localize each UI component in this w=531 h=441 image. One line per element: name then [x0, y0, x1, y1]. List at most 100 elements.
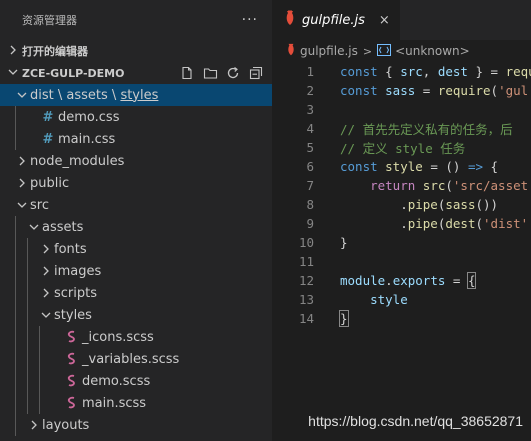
tree-folder[interactable]: assets [0, 216, 272, 238]
new-file-icon[interactable] [179, 65, 195, 81]
chevron-right-icon [38, 244, 54, 254]
css-file-icon: # [42, 131, 54, 147]
open-editors-section[interactable]: 打开的编辑器 [0, 40, 272, 62]
line-number: 4 [306, 121, 314, 136]
indent-guide [15, 370, 16, 392]
line-text: const style = () => { [340, 159, 499, 174]
code-line: 3 [272, 100, 531, 119]
explorer-title: 资源管理器 [22, 14, 77, 27]
code-line: 1 const { src, dest } = requ [272, 62, 531, 81]
chevron-right-icon [14, 156, 30, 166]
indent-guide [27, 370, 28, 392]
tree-folder[interactable]: dist \ assets \ styles [0, 84, 272, 106]
code-line: 8 .pipe(sass()) [272, 195, 531, 214]
code-line: 6 const style = () => { [272, 157, 531, 176]
indent-guide [27, 238, 28, 260]
tree-file[interactable]: _icons.scss [0, 326, 272, 348]
chevron-down-icon [14, 90, 30, 100]
line-text: return src('src/asset [370, 178, 529, 193]
js-file-icon [284, 10, 296, 30]
sass-file-icon [64, 352, 80, 366]
code-line: 5 // 定义 style 任务 [272, 138, 531, 157]
tab-label: gulpfile.js [302, 12, 365, 28]
code-line: 14} [272, 309, 531, 328]
tree-item-label: images [54, 263, 102, 279]
indent-guide [27, 260, 28, 282]
symbol-icon [377, 43, 392, 59]
line-number: 6 [306, 159, 314, 174]
tree-item-label: layouts [42, 417, 90, 433]
breadcrumb-separator: > [362, 44, 373, 58]
tree-item-label: scripts [54, 285, 97, 301]
file-tree: dist \ assets \ styles # demo.css # main.css… [0, 84, 272, 436]
close-icon[interactable]: × [379, 13, 390, 28]
tab-gulpfile[interactable]: gulpfile.js × [272, 0, 400, 40]
line-number: 14 [298, 311, 314, 326]
tree-file[interactable]: _variables.scss [0, 348, 272, 370]
indent-guide [15, 392, 16, 414]
project-name: ZCE-GULP-DEMO [22, 66, 125, 80]
chevron-right-icon [26, 420, 42, 430]
code-line: 2 const sass = require('gul [272, 81, 531, 100]
tree-file[interactable]: # main.css [0, 128, 272, 150]
breadcrumb-symbol[interactable]: <unknown> [395, 44, 470, 58]
tree-file[interactable]: main.scss [0, 392, 272, 414]
indent-guide [39, 326, 40, 348]
indent-guide [27, 348, 28, 370]
code-line: 4 // 首先先定义私有的任务，后 [272, 119, 531, 138]
code-editor[interactable]: 1 const { src, dest } = requ 2 const sass =… [272, 62, 531, 328]
editor-area: gulpfile.js × gulpfile.js > <unknown> 1 c… [272, 0, 531, 441]
tree-item-label: _icons.scss [82, 329, 154, 345]
explorer-header: 资源管理器 ··· [0, 0, 272, 40]
tree-item-label: styles [54, 307, 92, 323]
tree-folder[interactable]: src [0, 194, 272, 216]
chevron-right-icon [38, 288, 54, 298]
indent-guide [39, 392, 40, 414]
tree-item-label: dist \ assets \ styles [30, 87, 159, 103]
chevron-down-icon [8, 67, 22, 80]
open-editors-label: 打开的编辑器 [22, 45, 88, 58]
line-number: 7 [306, 178, 314, 193]
tree-folder[interactable]: scripts [0, 282, 272, 304]
more-actions-icon[interactable]: ··· [242, 12, 258, 28]
line-number: 9 [306, 216, 314, 231]
line-text: .pipe(sass()) [340, 197, 499, 212]
code-line: 11 [272, 252, 531, 271]
indent-guide [27, 392, 28, 414]
chevron-right-icon [14, 178, 30, 188]
code-line: 12 module.exports = { [272, 271, 531, 290]
tree-folder[interactable]: layouts [0, 414, 272, 436]
code-line: 7 return src('src/asset [272, 176, 531, 195]
tree-folder[interactable]: public [0, 172, 272, 194]
tree-item-label: node_modules [30, 153, 125, 169]
line-number: 8 [306, 197, 314, 212]
indent-guide [27, 282, 28, 304]
line-number: 10 [298, 235, 314, 250]
chevron-down-icon [26, 222, 42, 232]
indent-guide [15, 304, 16, 326]
tree-item-label: public [30, 175, 70, 191]
collapse-all-icon[interactable] [248, 65, 264, 81]
tree-file[interactable]: # demo.css [0, 106, 272, 128]
project-section[interactable]: ZCE-GULP-DEMO [0, 62, 272, 84]
line-number: 2 [306, 83, 314, 98]
chevron-right-icon [8, 45, 22, 58]
tree-item-label: demo.scss [82, 373, 151, 389]
indent-guide [39, 370, 40, 392]
line-text: module.exports = { [340, 272, 477, 289]
indent-guide [15, 260, 16, 282]
line-number: 13 [298, 292, 314, 307]
tree-folder[interactable]: node_modules [0, 150, 272, 172]
breadcrumb-file[interactable]: gulpfile.js [300, 44, 358, 58]
refresh-icon[interactable] [225, 65, 241, 81]
tree-folder[interactable]: fonts [0, 238, 272, 260]
new-folder-icon[interactable] [202, 65, 218, 81]
tree-item-label: assets [42, 219, 84, 235]
tree-folder[interactable]: styles [0, 304, 272, 326]
tree-folder[interactable]: images [0, 260, 272, 282]
line-number: 11 [298, 254, 314, 269]
tree-file[interactable]: demo.scss [0, 370, 272, 392]
indent-guide [39, 348, 40, 370]
indent-guide [15, 348, 16, 370]
js-file-icon [286, 43, 296, 59]
